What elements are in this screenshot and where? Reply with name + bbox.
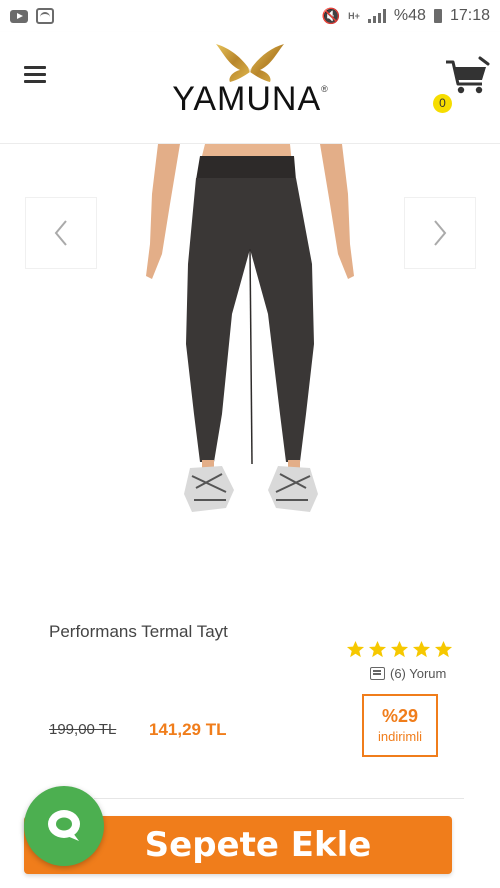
signal-icon	[367, 9, 386, 23]
prev-image-button[interactable]	[25, 197, 97, 269]
youtube-notification-icon	[10, 9, 28, 23]
star-icon	[412, 640, 431, 658]
star-icon	[368, 640, 387, 658]
next-image-button[interactable]	[404, 197, 476, 269]
battery-percent: %48	[393, 7, 426, 24]
old-price: 199,00 TL	[49, 721, 117, 738]
status-bar: 🔇 H+ %48 17:18	[0, 0, 500, 32]
star-icon	[390, 640, 409, 658]
live-chat-button[interactable]	[24, 786, 104, 866]
discount-badge: %29 indirimli	[362, 694, 438, 757]
brand-name: YAMUNA	[172, 80, 322, 118]
cart-icon[interactable]	[444, 56, 490, 96]
chat-bubble-icon	[48, 810, 80, 841]
discount-percent: %29	[381, 706, 419, 726]
discount-label: indirimli	[377, 729, 423, 744]
reviews-label: (6) Yorum	[390, 666, 447, 681]
star-icon	[346, 640, 365, 658]
battery-icon	[433, 9, 442, 23]
brand-registered-mark: ®	[321, 84, 328, 94]
reviews-link[interactable]: (6) Yorum	[370, 666, 446, 681]
current-price: 141,29 TL	[149, 720, 227, 739]
brand-logo[interactable]: YAMUNA®	[170, 40, 330, 120]
product-title: Performans Termal Tayt	[49, 622, 228, 641]
site-header: YAMUNA® 0	[0, 32, 500, 144]
network-type-label: H+	[348, 10, 360, 21]
star-icon	[434, 640, 453, 658]
divider	[94, 798, 464, 799]
comment-icon	[370, 667, 385, 680]
chevron-right-icon	[434, 220, 447, 246]
clock: 17:18	[449, 7, 490, 24]
menu-icon[interactable]	[24, 66, 46, 83]
butterfly-logo-icon	[216, 44, 284, 82]
chevron-left-icon	[54, 220, 67, 246]
rating-stars	[346, 640, 453, 659]
mute-icon: 🔇	[321, 8, 341, 25]
cart-count-badge: 0	[433, 94, 452, 113]
product-image-gallery[interactable]	[0, 144, 500, 614]
wifi-notification-icon	[36, 8, 54, 24]
